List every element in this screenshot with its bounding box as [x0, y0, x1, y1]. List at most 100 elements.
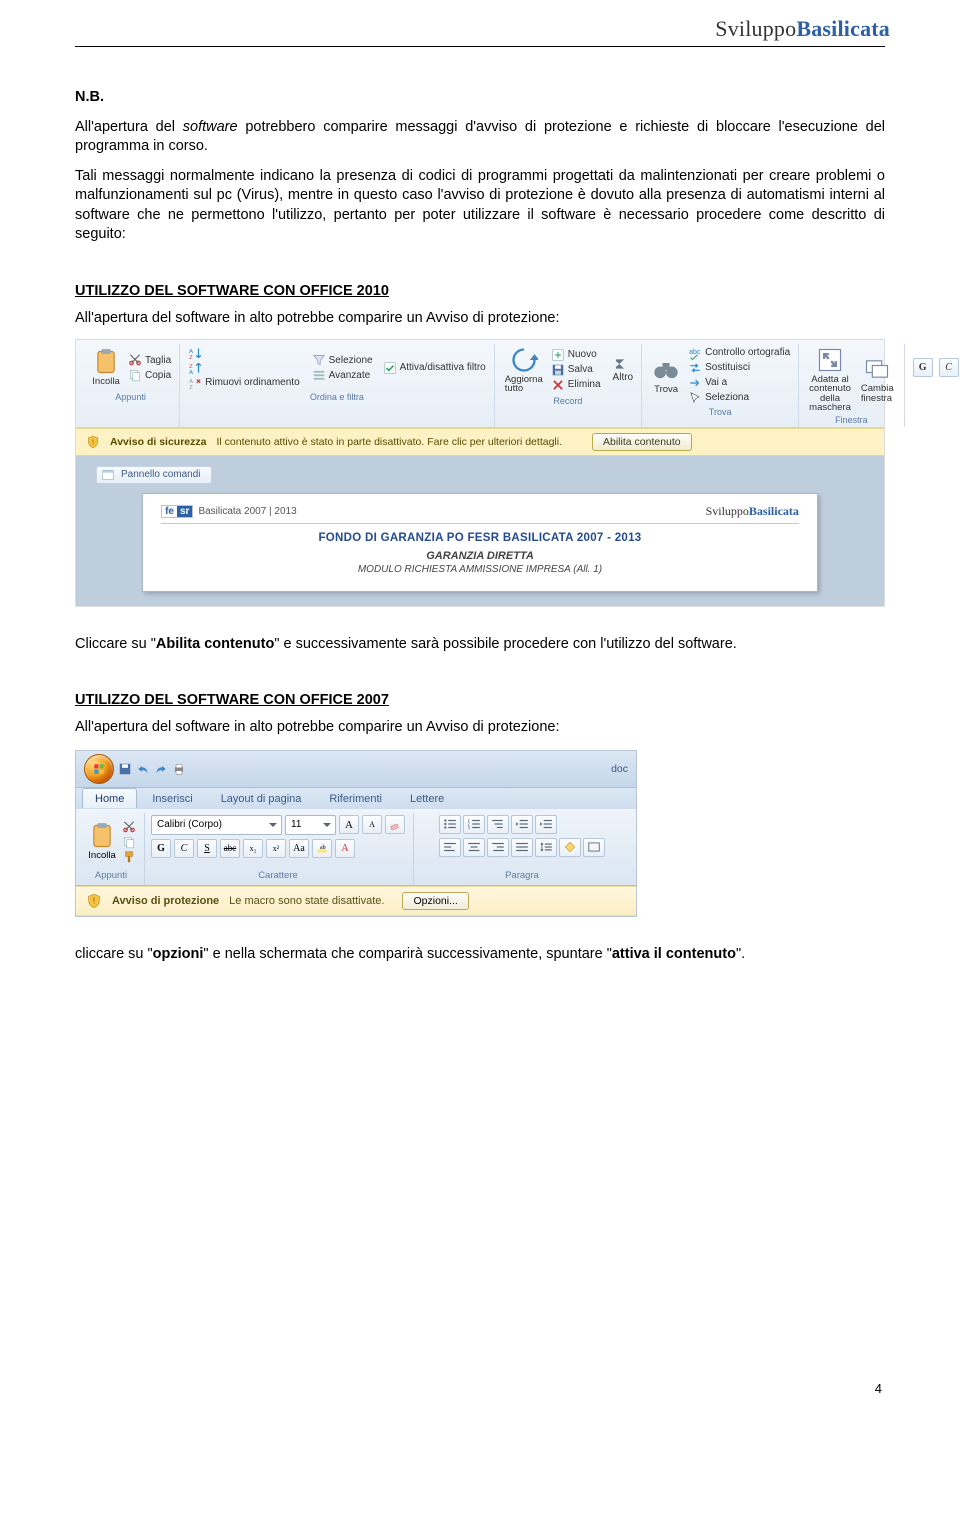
para-office-2007: All'apertura del software in alto potreb… — [75, 718, 885, 738]
borders-button[interactable] — [583, 838, 605, 857]
underline-button-07[interactable]: S — [197, 839, 217, 858]
superscript-button-07[interactable]: x² — [266, 839, 286, 858]
options-button[interactable]: Opzioni... — [402, 892, 468, 910]
sort-asc-button[interactable]: AZ — [188, 346, 300, 360]
align-left-button[interactable] — [439, 838, 461, 857]
align-right-button[interactable] — [487, 838, 509, 857]
para-abilita: Cliccare su "Abilita contenuto" e succes… — [75, 635, 885, 655]
goto-button[interactable]: Vai a — [688, 376, 790, 390]
shrink-font-button[interactable]: A — [362, 815, 382, 834]
find-button[interactable]: Trova — [650, 356, 682, 395]
print-icon[interactable] — [172, 762, 186, 776]
paste-button[interactable]: Incolla — [90, 348, 122, 387]
increase-indent-button[interactable] — [535, 815, 557, 834]
undo-icon[interactable] — [136, 762, 150, 776]
quick-access-toolbar: doc — [76, 751, 636, 788]
subscript-button-07[interactable]: x₂ — [243, 839, 263, 858]
clipboard-icon — [88, 822, 116, 850]
scissors-icon[interactable] — [122, 820, 136, 834]
new-record-button[interactable]: Nuovo — [551, 348, 601, 362]
font-size-combo[interactable]: 11 — [285, 815, 336, 835]
cursor-icon — [688, 391, 702, 405]
bold-button[interactable]: G — [913, 358, 933, 377]
document-canvas-2010: Pannello comandi fesr Basilicata 2007 | … — [76, 456, 884, 606]
align-center-button[interactable] — [463, 838, 485, 857]
brand-logo: SviluppoBasilicata — [715, 16, 890, 42]
warning-text: Il contenuto attivo è stato in parte dis… — [216, 436, 562, 448]
copy-icon[interactable] — [122, 835, 136, 849]
advanced-filter-button[interactable]: Avanzate — [312, 368, 373, 382]
italic-button-07[interactable]: C — [174, 839, 194, 858]
binoculars-icon — [652, 356, 680, 384]
decrease-indent-button[interactable] — [511, 815, 533, 834]
highlight-icon: ab — [316, 842, 328, 854]
clear-format-button[interactable] — [385, 815, 405, 834]
para-opzioni: cliccare su "opzioni" e nella schermata … — [75, 945, 885, 965]
page-number: 4 — [875, 1381, 882, 1396]
tab-lettere[interactable]: Lettere — [397, 788, 457, 808]
selection-filter-button[interactable]: Selezione — [312, 353, 373, 367]
command-panel-tab[interactable]: Pannello comandi — [96, 466, 212, 484]
enable-content-button[interactable]: Abilita contenuto — [592, 433, 692, 451]
justify-icon — [515, 841, 529, 853]
tab-layout[interactable]: Layout di pagina — [208, 788, 315, 808]
font-color-button-07[interactable]: A — [335, 839, 355, 858]
grow-font-button[interactable]: A — [339, 815, 359, 834]
shading-button[interactable] — [559, 838, 581, 857]
group07-paragrafo: 123 Paragra — [414, 813, 632, 885]
group-caption-record: Record — [553, 396, 582, 406]
doc-title: FONDO DI GARANZIA PO FESR BASILICATA 200… — [161, 532, 799, 544]
copy-button[interactable]: Copia — [128, 368, 171, 382]
warning-title: Avviso di sicurezza — [110, 436, 206, 448]
office-logo-icon — [92, 762, 106, 776]
line-spacing-button[interactable] — [535, 838, 557, 857]
font-family-combo[interactable]: Calibri (Corpo) — [151, 815, 282, 835]
numbering-button[interactable]: 123 — [463, 815, 485, 834]
more-record-button[interactable] — [613, 357, 634, 371]
ribbon-2007: Incolla Appunti Calibri (Corpo) 11 — [76, 808, 636, 886]
format-painter-icon[interactable] — [122, 850, 136, 864]
svg-text:abc: abc — [689, 349, 701, 356]
delete-record-button[interactable]: Elimina — [551, 378, 601, 392]
multilevel-button[interactable] — [487, 815, 509, 834]
select-button[interactable]: Seleziona — [688, 391, 790, 405]
bold-button-07[interactable]: G — [151, 839, 171, 858]
switch-window-button[interactable]: Cambia finestra — [859, 355, 896, 403]
svg-text:!: ! — [93, 896, 95, 905]
cut-button[interactable]: Taglia — [128, 353, 171, 367]
sort-desc-button[interactable]: ZA — [188, 361, 300, 375]
text-effects-button[interactable]: Aa — [289, 839, 309, 858]
fit-form-button[interactable]: Adatta al contenuto della maschera — [807, 346, 853, 413]
align-center-icon — [467, 841, 481, 853]
ribbon-group-record: Aggiorna tutto Nuovo Salva — [495, 344, 642, 427]
replace-button[interactable]: Sostituisci — [688, 361, 790, 375]
save-icon[interactable] — [118, 762, 132, 776]
logo-part-a: Sviluppo — [715, 16, 796, 41]
spellcheck-button[interactable]: abc Controllo ortografia — [688, 346, 790, 360]
strike-button-07[interactable]: abc — [220, 839, 240, 858]
paste-button-07[interactable]: Incolla — [86, 822, 118, 861]
numbering-icon: 123 — [467, 818, 481, 830]
toggle-filter-checkbox[interactable]: Attiva/disattiva filtro — [383, 361, 486, 375]
office-button[interactable] — [84, 754, 114, 784]
justify-button[interactable] — [511, 838, 533, 857]
group-caption-appunti: Appunti — [115, 392, 146, 402]
screenshot-office-2007: doc Home Inserisci Layout di pagina Rife… — [75, 750, 637, 917]
ribbon-group-ordina: AZ ZA AZ Rimuovi ordinamento — [180, 344, 495, 427]
tab-inserisci[interactable]: Inserisci — [139, 788, 205, 808]
delete-icon — [551, 378, 565, 392]
redo-icon[interactable] — [154, 762, 168, 776]
tab-home[interactable]: Home — [82, 788, 137, 808]
tab-riferimenti[interactable]: Riferimenti — [316, 788, 395, 808]
new-icon — [551, 348, 565, 362]
sort-desc-icon: ZA — [188, 361, 202, 375]
save-record-button[interactable]: Salva — [551, 363, 601, 377]
italic-button[interactable]: C — [939, 358, 959, 377]
highlight-button[interactable]: ab — [312, 839, 332, 858]
remove-sort-button[interactable]: AZ Rimuovi ordinamento — [188, 376, 300, 390]
borders-icon — [587, 841, 601, 853]
refresh-all-button[interactable]: Aggiorna tutto — [503, 346, 545, 394]
bullets-button[interactable] — [439, 815, 461, 834]
security-warning-bar-2010: ! Avviso di sicurezza Il contenuto attiv… — [76, 428, 884, 456]
bucket-icon — [563, 841, 577, 853]
